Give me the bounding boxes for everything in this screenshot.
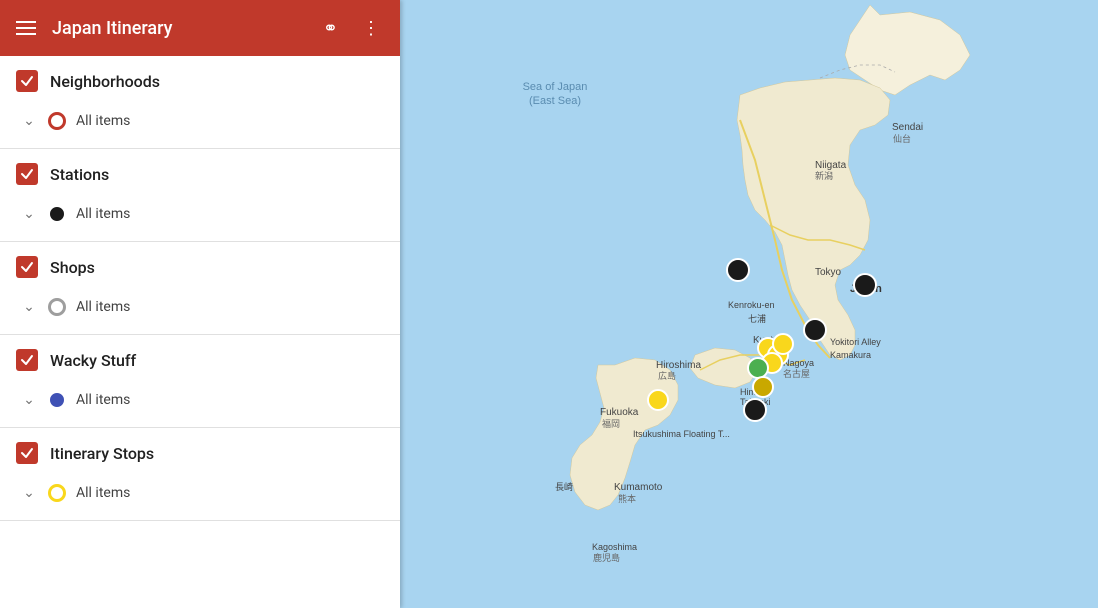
item-row-stations[interactable]: ⌄ All items <box>0 199 400 229</box>
pin-black-3[interactable] <box>804 319 826 341</box>
section-items-shops: ⌄ All items <box>0 288 400 334</box>
svg-text:仙台: 仙台 <box>893 133 911 144</box>
svg-text:Itsukushima Floating T...: Itsukushima Floating T... <box>633 429 730 439</box>
pin-black-4[interactable] <box>744 399 766 421</box>
section-title-shops: Shops <box>50 258 384 277</box>
checkbox-wacky[interactable] <box>16 349 38 371</box>
svg-text:(East Sea): (East Sea) <box>529 95 581 107</box>
item-row-itinerary[interactable]: ⌄ All items <box>0 478 400 508</box>
svg-text:Fukuoka: Fukuoka <box>600 407 639 418</box>
app-header: Japan Itinerary ⚭ ⋮ <box>0 0 400 56</box>
section-title-itinerary: Itinerary Stops <box>50 444 384 463</box>
pin-darkyellow-1[interactable] <box>753 377 773 397</box>
section-header-stations: Stations <box>0 149 400 195</box>
more-button[interactable]: ⋮ <box>358 14 384 43</box>
pin-black-2[interactable] <box>854 274 876 296</box>
svg-text:鹿児島: 鹿児島 <box>593 552 620 563</box>
app-title: Japan Itinerary <box>52 18 303 39</box>
sidebar: Japan Itinerary ⚭ ⋮ Neighborhoods ⌄ All … <box>0 0 400 608</box>
dot-shops <box>48 298 66 316</box>
checkbox-neighborhoods[interactable] <box>16 70 38 92</box>
section-shops: Shops ⌄ All items <box>0 242 400 335</box>
item-label-itinerary: All items <box>76 485 130 501</box>
pin-green-1[interactable] <box>748 358 768 378</box>
section-title-wacky: Wacky Stuff <box>50 351 384 370</box>
section-stations: Stations ⌄ All items <box>0 149 400 242</box>
section-items-stations: ⌄ All items <box>0 195 400 241</box>
search-button[interactable]: ⚭ <box>319 14 342 43</box>
item-label-neighborhoods: All items <box>76 113 130 129</box>
pin-yellow-4[interactable] <box>773 334 793 354</box>
dot-neighborhoods <box>48 112 66 130</box>
svg-text:Kenroku-en: Kenroku-en <box>728 300 775 310</box>
svg-text:Kagoshima: Kagoshima <box>592 542 637 552</box>
section-header-neighborhoods: Neighborhoods <box>0 56 400 102</box>
pin-black-1[interactable] <box>727 259 749 281</box>
sections-list: Neighborhoods ⌄ All items Stations <box>0 56 400 521</box>
svg-text:新潟: 新潟 <box>815 170 833 181</box>
item-row-wacky[interactable]: ⌄ All items <box>0 385 400 415</box>
checkbox-stations[interactable] <box>16 163 38 185</box>
section-neighborhoods: Neighborhoods ⌄ All items <box>0 56 400 149</box>
section-header-wacky: Wacky Stuff <box>0 335 400 381</box>
dot-wacky <box>48 391 66 409</box>
chevron-icon-wacky[interactable]: ⌄ <box>20 391 38 409</box>
section-title-stations: Stations <box>50 165 384 184</box>
svg-text:福岡: 福岡 <box>602 418 620 429</box>
section-itinerary: Itinerary Stops ⌄ All items <box>0 428 400 521</box>
svg-text:Hiroshima: Hiroshima <box>656 360 701 371</box>
svg-text:長崎: 長崎 <box>555 481 573 492</box>
item-row-shops[interactable]: ⌄ All items <box>0 292 400 322</box>
section-title-neighborhoods: Neighborhoods <box>50 72 384 91</box>
chevron-icon-neighborhoods[interactable]: ⌄ <box>20 112 38 130</box>
svg-text:七浦: 七浦 <box>748 313 766 324</box>
svg-text:Tokyo: Tokyo <box>815 267 842 278</box>
chevron-icon-itinerary[interactable]: ⌄ <box>20 484 38 502</box>
menu-button[interactable] <box>16 21 36 35</box>
section-header-shops: Shops <box>0 242 400 288</box>
map-view[interactable]: Sea of Japan (East Sea) Sendai 仙台 Niigat… <box>400 0 1098 608</box>
svg-text:広島: 広島 <box>658 370 676 381</box>
item-label-shops: All items <box>76 299 130 315</box>
item-row-neighborhoods[interactable]: ⌄ All items <box>0 106 400 136</box>
svg-text:名古屋: 名古屋 <box>783 368 810 379</box>
svg-text:Kamakura: Kamakura <box>830 350 871 360</box>
item-label-stations: All items <box>76 206 130 222</box>
chevron-icon-stations[interactable]: ⌄ <box>20 205 38 223</box>
svg-text:熊本: 熊本 <box>618 493 636 504</box>
dot-itinerary <box>48 484 66 502</box>
dot-stations <box>48 205 66 223</box>
item-label-wacky: All items <box>76 392 130 408</box>
section-items-neighborhoods: ⌄ All items <box>0 102 400 148</box>
svg-text:Sendai: Sendai <box>892 122 923 133</box>
checkbox-shops[interactable] <box>16 256 38 278</box>
section-wacky: Wacky Stuff ⌄ All items <box>0 335 400 428</box>
section-header-itinerary: Itinerary Stops <box>0 428 400 474</box>
svg-text:Niigata: Niigata <box>815 160 847 171</box>
svg-text:Sea of Japan: Sea of Japan <box>523 81 588 93</box>
section-items-itinerary: ⌄ All items <box>0 474 400 520</box>
checkbox-itinerary[interactable] <box>16 442 38 464</box>
chevron-icon-shops[interactable]: ⌄ <box>20 298 38 316</box>
svg-text:Yokitori Alley: Yokitori Alley <box>830 337 881 347</box>
section-items-wacky: ⌄ All items <box>0 381 400 427</box>
pin-yellow-5[interactable] <box>648 390 668 410</box>
svg-text:Kumamoto: Kumamoto <box>614 482 663 493</box>
